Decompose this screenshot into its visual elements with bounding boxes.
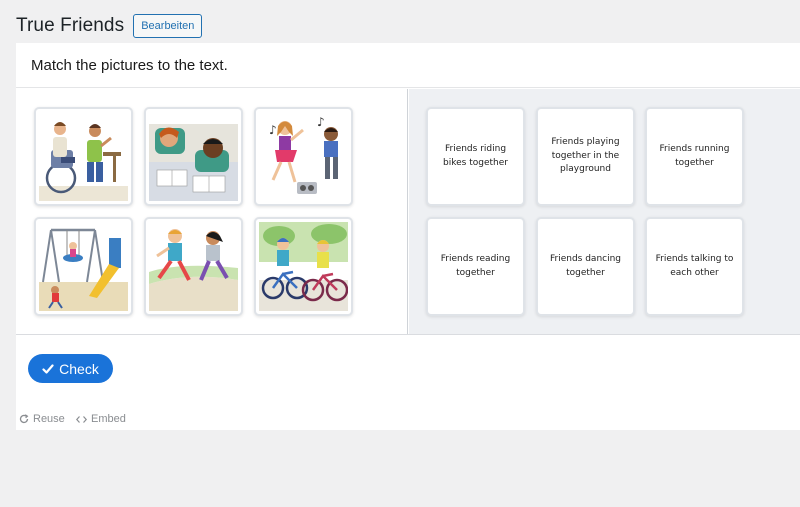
reuse-link[interactable]: Reuse (19, 413, 65, 425)
text-card-1[interactable]: Friends riding bikes together (426, 107, 525, 206)
task-instruction: Match the pictures to the text. (16, 43, 800, 88)
text-card-3[interactable]: Friends running together (645, 107, 744, 206)
picture-card-6[interactable] (254, 217, 353, 316)
h5p-content: Match the pictures to the text. ♪ ♪ Frie… (16, 43, 800, 430)
page-header: True Friends Bearbeiten (16, 12, 203, 40)
embed-icon (76, 415, 87, 423)
drag-area: ♪ ♪ Friends riding bikes together Friend… (16, 89, 800, 335)
check-button[interactable]: Check (28, 354, 113, 383)
text-card-5[interactable]: Friends dancing together (536, 217, 635, 316)
edit-button[interactable]: Bearbeiten (133, 14, 203, 38)
friends-dancing-picture: ♪ ♪ (259, 112, 348, 201)
friends-wheelchair-talking-picture (39, 112, 128, 201)
page-title: True Friends (16, 15, 125, 36)
picture-card-3[interactable]: ♪ ♪ (254, 107, 353, 206)
reuse-label: Reuse (33, 413, 65, 425)
friends-cycling-picture (259, 222, 348, 311)
friends-reading-picture (149, 112, 238, 201)
reuse-icon (19, 414, 29, 424)
text-card-6[interactable]: Friends talking to each other (645, 217, 744, 316)
check-label: Check (59, 360, 99, 377)
checkmark-icon (42, 363, 54, 374)
picture-card-2[interactable] (144, 107, 243, 206)
friends-playground-picture (39, 222, 128, 311)
svg-text:♪: ♪ (317, 115, 325, 129)
picture-card-1[interactable] (34, 107, 133, 206)
text-panel: Friends riding bikes together Friends pl… (409, 89, 800, 334)
picture-card-5[interactable] (144, 217, 243, 316)
embed-label: Embed (91, 413, 126, 425)
svg-text:♪: ♪ (269, 123, 277, 137)
embed-link[interactable]: Embed (76, 413, 126, 425)
text-card-4[interactable]: Friends reading together (426, 217, 525, 316)
friends-running-picture (149, 222, 238, 311)
text-card-2[interactable]: Friends playing together in the playgrou… (536, 107, 635, 206)
picture-panel: ♪ ♪ (16, 89, 408, 334)
picture-card-4[interactable] (34, 217, 133, 316)
